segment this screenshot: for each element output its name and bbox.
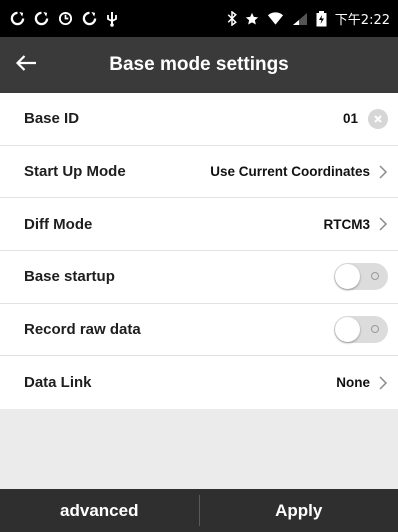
cellular-signal-icon bbox=[292, 12, 308, 26]
clock-sync-icon bbox=[58, 11, 73, 26]
toggle-knob bbox=[335, 264, 360, 290]
wifi-signal-icon bbox=[267, 11, 284, 26]
usb-icon bbox=[106, 11, 118, 27]
base-startup-toggle[interactable] bbox=[334, 263, 388, 291]
data-link-value: None bbox=[336, 375, 370, 391]
status-bar: 下午2:22 bbox=[0, 0, 398, 37]
title-bar: Base mode settings bbox=[0, 37, 398, 93]
record-raw-data-label: Record raw data bbox=[24, 321, 141, 339]
system-status-icons: 下午2:22 bbox=[227, 9, 390, 28]
clock-time: 下午2:22 bbox=[334, 13, 390, 28]
bluetooth-icon bbox=[227, 11, 237, 26]
setting-data-link[interactable]: Data Link None bbox=[0, 356, 398, 410]
apply-button[interactable]: Apply bbox=[200, 489, 398, 532]
base-id-label: Base ID bbox=[24, 110, 80, 128]
base-startup-label: Base startup bbox=[24, 268, 115, 286]
chevron-right-icon bbox=[378, 216, 388, 232]
start-up-mode-value: Use Current Coordinates bbox=[210, 164, 370, 180]
arrow-left-icon bbox=[15, 54, 37, 77]
notification-icons bbox=[10, 11, 118, 27]
diff-mode-label: Diff Mode bbox=[24, 215, 93, 233]
data-link-label: Data Link bbox=[24, 374, 92, 392]
setting-record-raw-data: Record raw data bbox=[0, 303, 398, 357]
sync-icon bbox=[34, 11, 49, 26]
toggle-off-icon bbox=[371, 271, 379, 280]
chevron-right-icon bbox=[378, 375, 388, 391]
sync-icon bbox=[82, 11, 97, 26]
setting-base-id: Base ID 01 bbox=[0, 93, 398, 146]
toggle-knob bbox=[335, 317, 360, 343]
page-title: Base mode settings bbox=[109, 54, 289, 75]
diff-mode-value: RTCM3 bbox=[323, 216, 371, 232]
sync-icon bbox=[10, 11, 25, 26]
battery-charging-icon bbox=[316, 10, 327, 27]
setting-start-up-mode[interactable]: Start Up Mode Use Current Coordinates bbox=[0, 145, 398, 199]
setting-base-startup: Base startup bbox=[0, 251, 398, 304]
clear-icon[interactable] bbox=[368, 108, 388, 129]
back-button[interactable] bbox=[0, 37, 52, 93]
settings-list: Base ID 01 Start Up Mode Use Current Coo… bbox=[0, 93, 398, 410]
base-id-input[interactable]: 01 bbox=[343, 111, 358, 126]
chevron-right-icon bbox=[378, 164, 388, 180]
start-up-mode-label: Start Up Mode bbox=[24, 163, 126, 181]
star-icon bbox=[245, 12, 259, 26]
setting-diff-mode[interactable]: Diff Mode RTCM3 bbox=[0, 198, 398, 252]
advanced-button[interactable]: advanced bbox=[0, 489, 199, 532]
record-raw-data-toggle[interactable] bbox=[334, 316, 388, 344]
toggle-off-icon bbox=[371, 324, 379, 333]
bottom-action-bar: advanced Apply bbox=[0, 489, 398, 532]
